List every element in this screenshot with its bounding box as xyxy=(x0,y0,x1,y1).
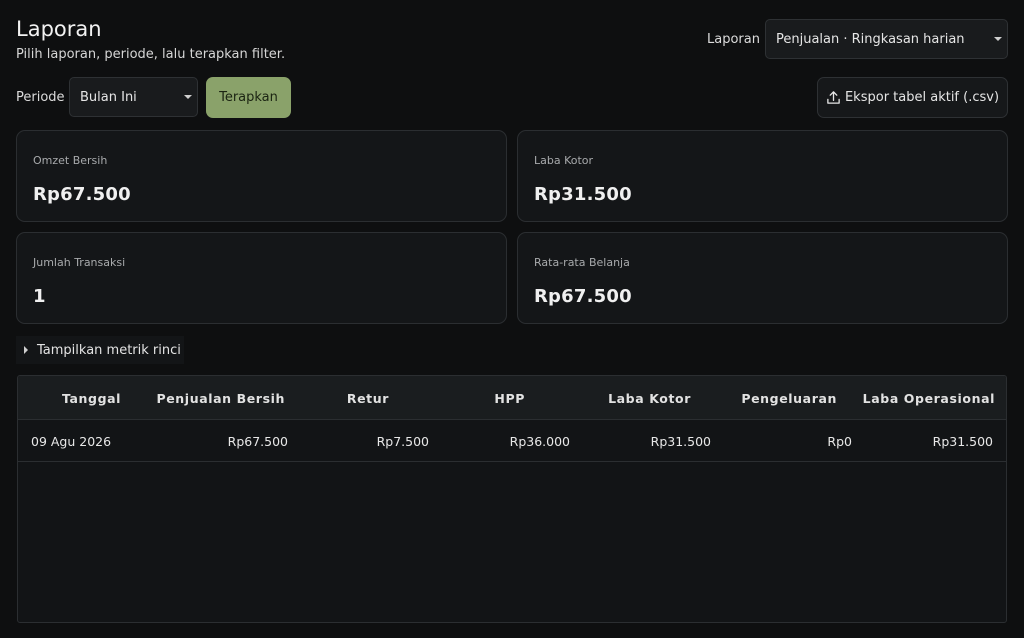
page-title: Laporan xyxy=(16,17,102,41)
column-header-net-sales[interactable]: Penjualan Bersih xyxy=(156,391,285,406)
cell-returns: Rp7.500 xyxy=(376,434,429,449)
metric-card-gross-profit: Laba Kotor Rp31.500 xyxy=(517,130,1008,222)
metric-value: Rp67.500 xyxy=(534,286,632,307)
reports-page: Laporan Pilih laporan, periode, lalu ter… xyxy=(0,0,1024,638)
report-table: Tanggal Penjualan Bersih Retur HPP Laba … xyxy=(17,375,1007,623)
toggle-label: Tampilkan metrik rinci xyxy=(37,342,181,358)
period-select[interactable]: Bulan Ini xyxy=(69,77,198,117)
chevron-down-icon xyxy=(184,95,192,99)
period-select-value: Bulan Ini xyxy=(80,89,137,105)
table-row[interactable]: 09 Agu 2026 Rp67.500 Rp7.500 Rp36.000 Rp… xyxy=(18,420,1006,462)
column-header-returns[interactable]: Retur xyxy=(347,391,389,406)
metric-card-transaction-count: Jumlah Transaksi 1 xyxy=(16,232,507,324)
report-select-value: Penjualan · Ringkasan harian xyxy=(776,31,965,47)
report-select-label: Laporan xyxy=(707,32,760,47)
report-select[interactable]: Penjualan · Ringkasan harian xyxy=(765,19,1008,59)
metric-value: Rp31.500 xyxy=(534,184,632,205)
table-header: Tanggal Penjualan Bersih Retur HPP Laba … xyxy=(18,376,1006,420)
metric-value: 1 xyxy=(33,286,46,307)
metric-card-average-basket: Rata-rata Belanja Rp67.500 xyxy=(517,232,1008,324)
upload-icon xyxy=(827,91,840,104)
show-detailed-metrics-toggle[interactable]: Tampilkan metrik rinci xyxy=(16,336,184,364)
export-button-label: Ekspor tabel aktif (.csv) xyxy=(844,90,1000,105)
cell-cogs: Rp36.000 xyxy=(509,434,570,449)
column-header-operating-profit[interactable]: Laba Operasional xyxy=(863,391,995,406)
column-header-gross-profit[interactable]: Laba Kotor xyxy=(608,391,691,406)
metric-value: Rp67.500 xyxy=(33,184,131,205)
column-header-date[interactable]: Tanggal xyxy=(62,391,121,406)
metric-label: Laba Kotor xyxy=(534,154,594,167)
metric-label: Jumlah Transaksi xyxy=(33,256,126,269)
cell-net-sales: Rp67.500 xyxy=(227,434,288,449)
chevron-right-icon xyxy=(24,346,28,354)
metric-label: Omzet Bersih xyxy=(33,154,108,167)
metric-card-net-revenue: Omzet Bersih Rp67.500 xyxy=(16,130,507,222)
export-csv-button[interactable]: Ekspor tabel aktif (.csv) xyxy=(817,77,1008,118)
apply-button[interactable]: Terapkan xyxy=(206,77,291,118)
page-subtitle: Pilih laporan, periode, lalu terapkan fi… xyxy=(16,47,286,62)
cell-expenses: Rp0 xyxy=(827,434,852,449)
chevron-down-icon xyxy=(994,37,1002,41)
cell-gross-profit: Rp31.500 xyxy=(650,434,711,449)
cell-date: 09 Agu 2026 xyxy=(31,434,112,449)
metric-label: Rata-rata Belanja xyxy=(534,256,630,269)
cell-operating-profit: Rp31.500 xyxy=(932,434,993,449)
column-header-expenses[interactable]: Pengeluaran xyxy=(741,391,837,406)
column-header-cogs[interactable]: HPP xyxy=(494,391,525,406)
period-label: Periode xyxy=(16,90,65,105)
